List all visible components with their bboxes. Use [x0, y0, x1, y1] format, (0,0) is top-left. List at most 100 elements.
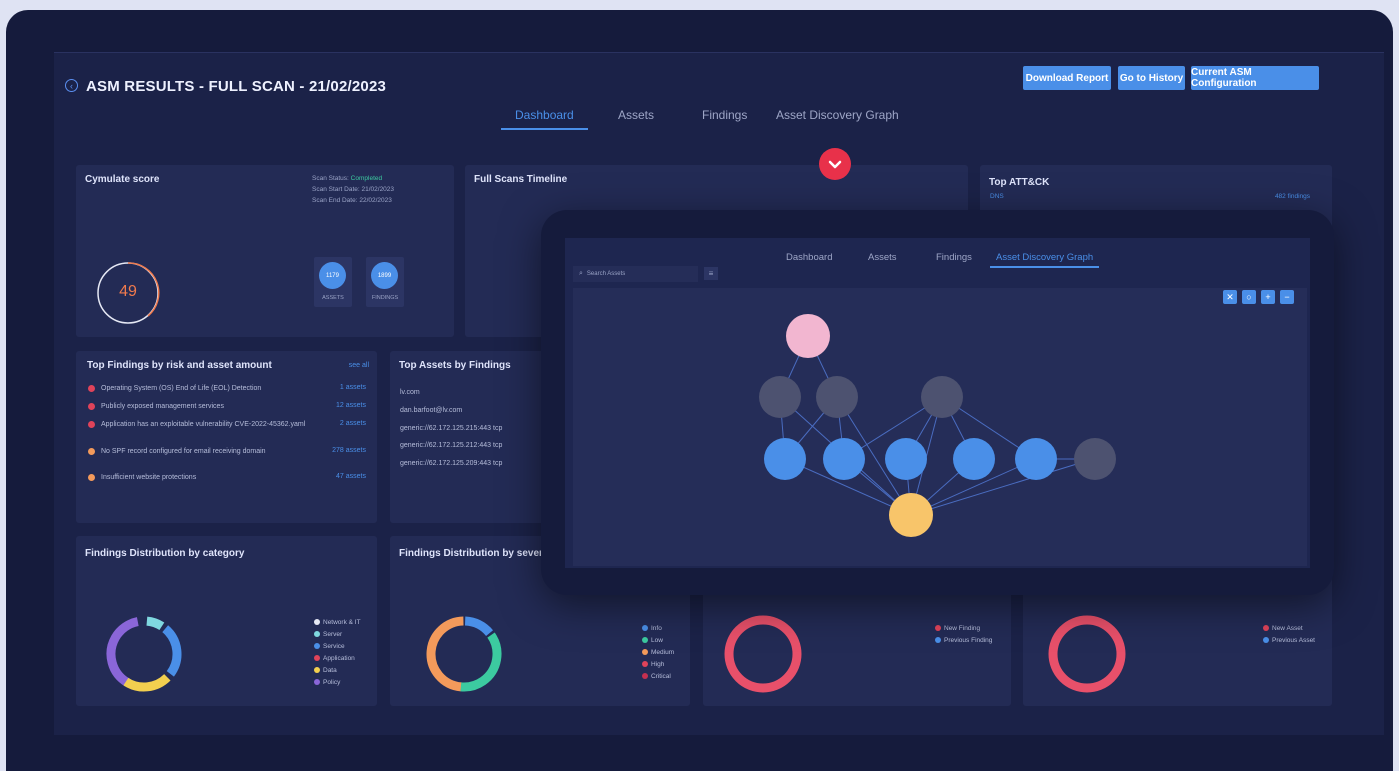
finding-assets-link[interactable]: 47 assets — [336, 473, 366, 483]
tab-assets[interactable]: Assets — [618, 108, 654, 122]
tab-dashboard[interactable]: Dashboard — [501, 108, 588, 130]
legend-item: Service — [314, 640, 361, 652]
graph-node[interactable] — [823, 438, 865, 480]
findings-stat[interactable]: 1899 FINDINGS — [366, 257, 404, 307]
current-asm-configuration-button[interactable]: Current ASM Configuration — [1191, 66, 1319, 90]
graph-node[interactable] — [1074, 438, 1116, 480]
graph-node[interactable] — [885, 438, 927, 480]
timeline-title: Full Scans Timeline — [474, 174, 568, 185]
download-report-button[interactable]: Download Report — [1023, 66, 1111, 90]
overlay-tab-assets[interactable]: Assets — [868, 252, 897, 263]
finding-text: Publicly exposed management services — [101, 403, 224, 410]
graph-node[interactable] — [764, 438, 806, 480]
finding-text: Application has an exploitable vulnerabi… — [101, 421, 306, 428]
overlay-tab-findings[interactable]: Findings — [936, 252, 972, 263]
legend-swatch — [314, 631, 320, 637]
finding-row[interactable]: Publicly exposed management services 12 a… — [88, 402, 366, 412]
legend-swatch — [314, 679, 320, 685]
scan-end-date: Scan End Date: 22/02/2023 — [312, 197, 392, 204]
legend-item: Medium — [642, 646, 674, 658]
finding-row[interactable]: Application has an exploitable vulnerabi… — [88, 420, 366, 430]
legend-swatch — [314, 655, 320, 661]
scan-start-date: Scan Start Date: 21/02/2023 — [312, 186, 395, 193]
see-all-link[interactable]: see all — [349, 362, 369, 369]
window-frame: ‹ ASM RESULTS - FULL SCAN - 21/02/2023 D… — [6, 10, 1393, 771]
risk-dot — [88, 403, 95, 410]
search-icon: ⌕ — [579, 270, 583, 277]
finding-text: No SPF record configured for email recei… — [101, 448, 266, 455]
risk-dot — [88, 474, 95, 481]
legend-swatch — [314, 619, 320, 625]
asset-item[interactable]: generic://62.172.125.209:443 tcp — [400, 460, 502, 467]
new-findings-legend: New Finding Previous Finding — [935, 622, 992, 646]
new-assets-donut — [1048, 615, 1126, 693]
asset-item[interactable]: lv.com — [400, 389, 420, 396]
tab-asset-discovery-graph[interactable]: Asset Discovery Graph — [776, 108, 899, 122]
finding-row[interactable]: No SPF record configured for email recei… — [88, 447, 366, 457]
legend-swatch — [642, 649, 648, 655]
legend-item: Previous Asset — [1263, 634, 1315, 646]
overlay-tab-asset-discovery-graph[interactable]: Asset Discovery Graph — [989, 252, 1100, 268]
finding-assets-link[interactable]: 2 assets — [340, 420, 366, 430]
overlay-tab-dashboard[interactable]: Dashboard — [786, 252, 832, 263]
finding-row[interactable]: Insufficient website protections 47 asset… — [88, 473, 366, 483]
severity-donut — [426, 616, 502, 692]
legend-swatch — [935, 637, 941, 643]
chevron-down-icon[interactable] — [819, 148, 851, 180]
tab-findings[interactable]: Findings — [702, 108, 747, 122]
asset-item[interactable]: generic://62.172.125.212:443 tcp — [400, 442, 502, 449]
asset-item[interactable]: generic://62.172.125.215:443 tcp — [400, 425, 502, 432]
assets-stat[interactable]: 1179 ASSETS — [314, 257, 352, 307]
graph-node[interactable] — [759, 376, 801, 418]
finding-assets-link[interactable]: 278 assets — [332, 447, 366, 457]
attack-value[interactable]: 482 findings — [1275, 193, 1310, 200]
new-assets-legend: New Asset Previous Asset — [1263, 622, 1315, 646]
top-findings-title: Top Findings by risk and asset amount — [87, 360, 272, 371]
graph-overlay: Dashboard Assets Findings Asset Discover… — [541, 210, 1334, 595]
finding-assets-link[interactable]: 1 assets — [340, 384, 366, 394]
search-input[interactable]: ⌕ Search Assets — [573, 266, 698, 282]
asset-graph[interactable]: ✕ ○ + − — [573, 288, 1307, 566]
new-findings-donut — [724, 615, 802, 693]
legend-item: Low — [642, 634, 674, 646]
legend-item: Critical — [642, 670, 674, 682]
legend-swatch — [642, 661, 648, 667]
risk-dot — [88, 421, 95, 428]
legend-item: Server — [314, 628, 361, 640]
top-assets-title: Top Assets by Findings — [399, 360, 511, 371]
legend-item: Application — [314, 652, 361, 664]
legend-swatch — [935, 625, 941, 631]
severity-distribution-title: Findings Distribution by severity — [399, 548, 555, 559]
graph-node[interactable] — [816, 376, 858, 418]
category-donut — [106, 616, 182, 692]
attack-item[interactable]: DNS — [990, 193, 1004, 200]
legend-swatch — [1263, 625, 1269, 631]
risk-dot — [88, 385, 95, 392]
legend-item: Previous Finding — [935, 634, 992, 646]
category-legend: Network & IT Server Service Application Data… — [314, 616, 361, 688]
graph-node[interactable] — [1015, 438, 1057, 480]
graph-node[interactable] — [953, 438, 995, 480]
graph-node[interactable] — [921, 376, 963, 418]
score-value: 49 — [119, 283, 137, 300]
legend-swatch — [642, 625, 648, 631]
graph-panel: Dashboard Assets Findings Asset Discover… — [565, 238, 1310, 568]
finding-assets-link[interactable]: 12 assets — [336, 402, 366, 412]
attack-title: Top ATT&CK — [989, 177, 1050, 188]
graph-node[interactable] — [786, 314, 830, 358]
category-distribution-card: Findings Distribution by category Networ… — [76, 536, 377, 706]
category-distribution-title: Findings Distribution by category — [85, 548, 245, 559]
finding-text: Operating System (OS) End of Life (EOL) … — [101, 385, 262, 392]
graph-node[interactable] — [889, 493, 933, 537]
legend-swatch — [314, 643, 320, 649]
asset-item[interactable]: dan.barfoot@lv.com — [400, 407, 462, 414]
risk-dot — [88, 448, 95, 455]
filter-icon[interactable]: ≡ — [704, 267, 718, 280]
score-card-title: Cymulate score — [85, 174, 160, 185]
legend-item: Info — [642, 622, 674, 634]
finding-row[interactable]: Operating System (OS) End of Life (EOL) … — [88, 384, 366, 394]
legend-item: Network & IT — [314, 616, 361, 628]
graph-canvas — [759, 314, 1116, 537]
legend-item: New Asset — [1263, 622, 1315, 634]
go-to-history-button[interactable]: Go to History — [1118, 66, 1185, 90]
